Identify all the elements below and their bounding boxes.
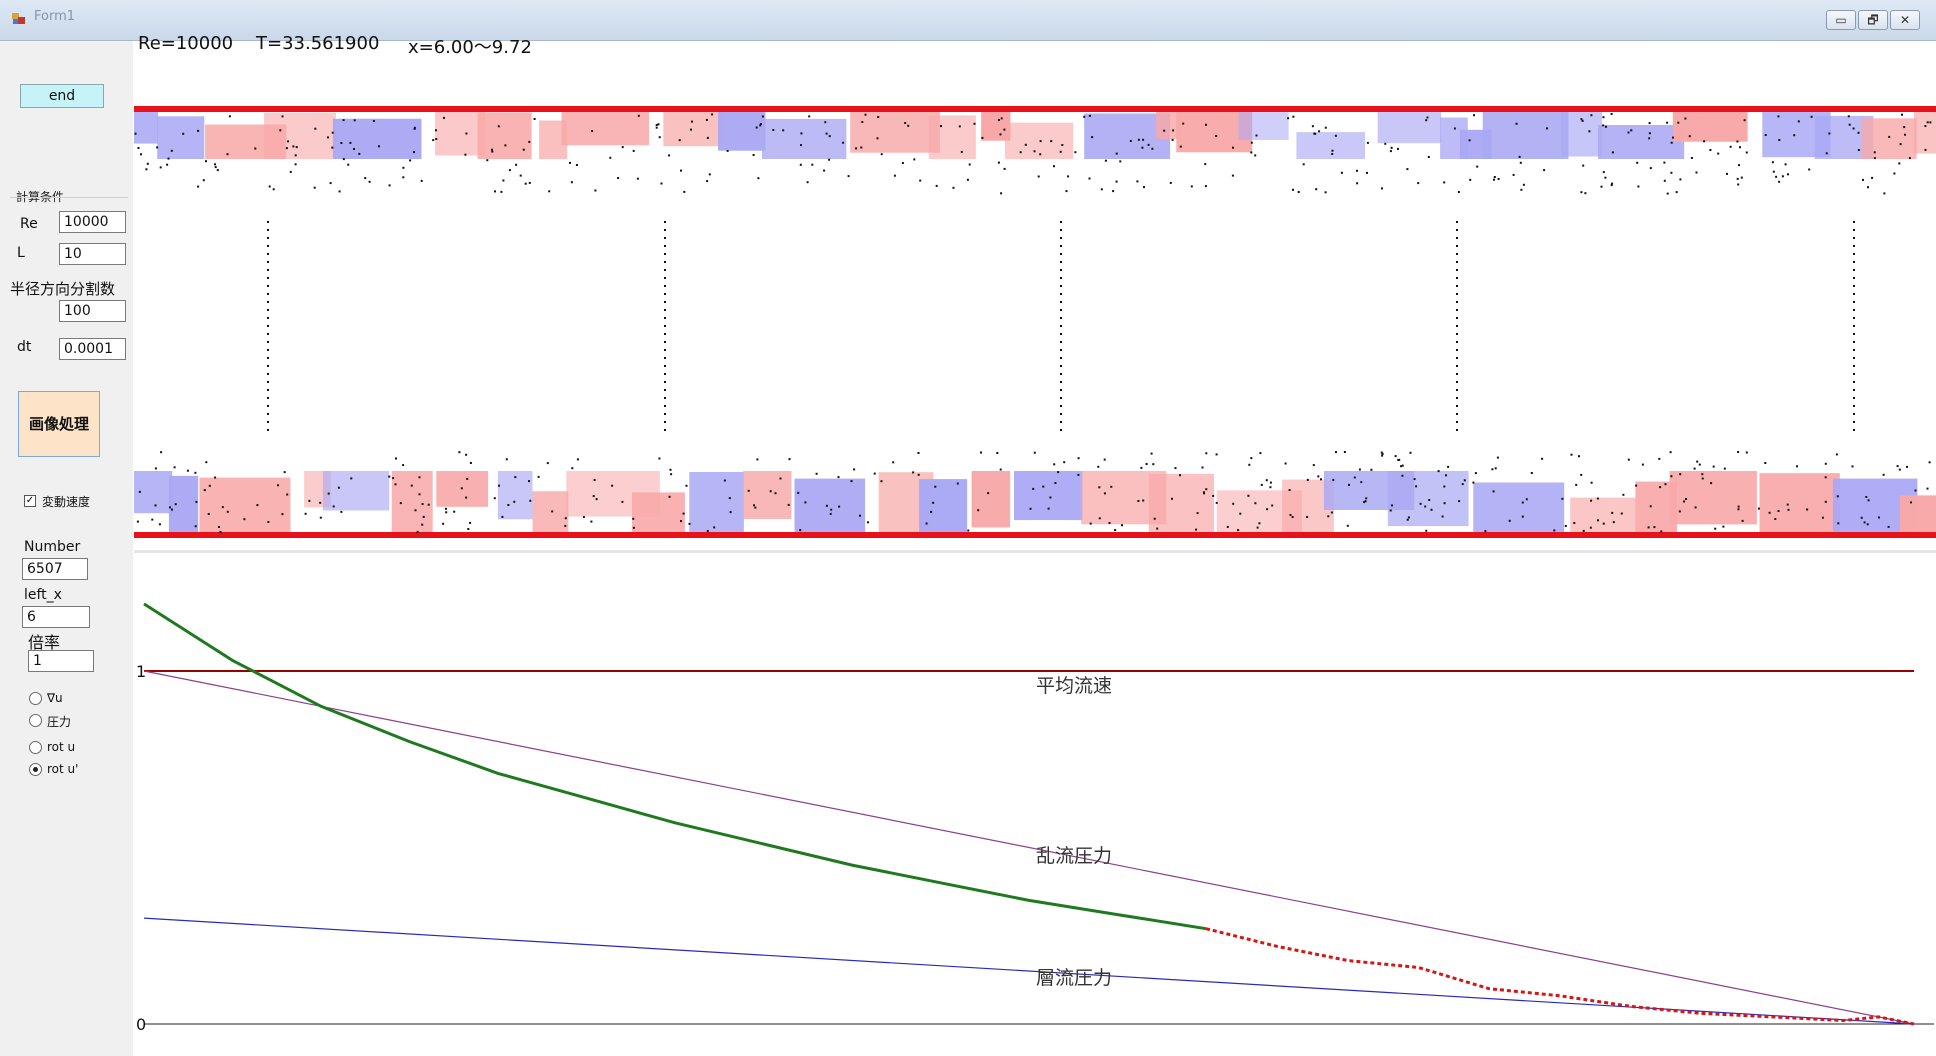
radio-div-u-label: ∇u — [47, 691, 63, 705]
group-divider — [10, 197, 128, 198]
radio-rot-u-prime-label: rot u' — [47, 762, 79, 776]
window-title: Form1 — [34, 9, 76, 24]
pipe-wall-top — [134, 106, 1936, 112]
radio-pressure-label: 圧力 — [47, 715, 72, 729]
radial-division-input[interactable]: 100 — [59, 300, 126, 322]
left-x-input[interactable]: 6 — [22, 606, 90, 628]
number-input[interactable]: 6507 — [22, 558, 88, 580]
pipe-wall-bottom — [134, 532, 1936, 538]
number-label: Number — [24, 539, 81, 555]
computed-pressure-curve-unstable — [1205, 927, 1915, 1026]
fluct-velocity-checkbox[interactable]: ✓ — [24, 495, 36, 507]
close-button[interactable]: ✕ — [1890, 10, 1920, 30]
y-tick-0: 0 — [136, 1015, 146, 1034]
left-x-label: left_x — [24, 587, 62, 603]
l-label: L — [17, 245, 25, 261]
laminar-pressure-label: 層流圧力 — [1036, 967, 1112, 989]
control-panel: end 計算条件 Re 10000 L 10 半径方向分割数 100 dt 0.… — [0, 41, 133, 1056]
dt-input[interactable]: 0.0001 — [59, 338, 126, 360]
pressure-chart: 1 0 平均流速乱流圧力層流圧力 — [136, 602, 1934, 1034]
end-button[interactable]: end — [20, 84, 104, 108]
vorticity-band-bottom — [134, 471, 1936, 533]
radio-rot-u-label: rot u — [47, 740, 76, 754]
re-label: Re — [20, 216, 38, 232]
flow-visualization — [134, 106, 1936, 553]
dt-label: dt — [17, 339, 32, 355]
restore-button[interactable]: 🗗 — [1858, 10, 1888, 30]
radio-rot-u[interactable] — [29, 741, 42, 754]
radio-div-u[interactable] — [29, 692, 42, 705]
scale-input[interactable]: 1 — [28, 650, 94, 672]
image-processing-button[interactable]: 画像処理 — [18, 391, 100, 457]
fluct-velocity-label: 変動速度 — [42, 495, 91, 509]
computed-pressure-curve — [143, 602, 1207, 931]
y-tick-1: 1 — [136, 662, 146, 681]
radio-pressure[interactable] — [29, 714, 42, 727]
app-icon — [12, 13, 25, 24]
radio-rot-u-prime[interactable] — [29, 763, 42, 776]
l-input[interactable]: 10 — [59, 243, 126, 265]
panel-divider — [134, 550, 1936, 553]
mean-velocity-label: 平均流速 — [1036, 675, 1112, 697]
app-window: Form1 ▭ 🗗 ✕ end 計算条件 Re 10000 L 10 半径方向分… — [0, 0, 1936, 1056]
radial-division-label: 半径方向分割数 — [10, 280, 116, 298]
turbulent-pressure-label: 乱流圧力 — [1036, 845, 1112, 867]
velocity-vectors — [134, 113, 1932, 533]
minimize-button[interactable]: ▭ — [1826, 10, 1856, 30]
re-input[interactable]: 10000 — [59, 211, 126, 233]
